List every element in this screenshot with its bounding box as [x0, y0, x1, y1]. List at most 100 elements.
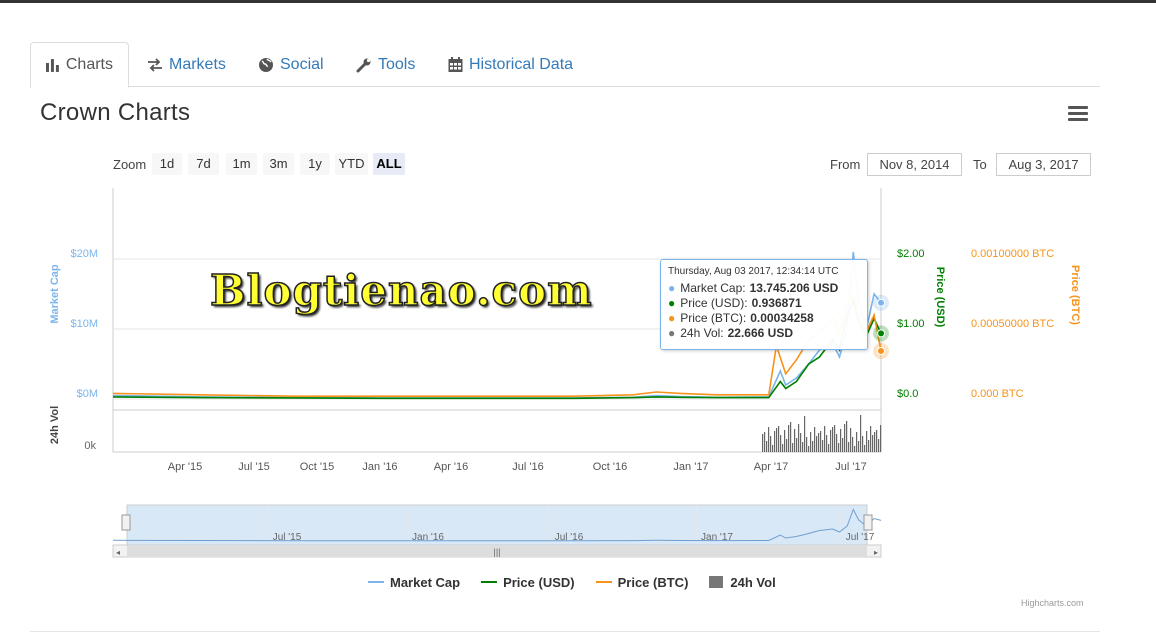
volume-bar: [762, 434, 764, 452]
legend-item-price-usd[interactable]: Price (USD): [481, 575, 575, 590]
volume-bar: [828, 444, 830, 452]
volume-bar: [836, 434, 838, 452]
price-chart[interactable]: $0M $0.0 0.000 BTC $10M $1.00 0.00050000 BTC $…: [0, 0, 1156, 636]
volume-bar: [814, 427, 816, 452]
chart-legend: Market Cap Price (USD) Price (BTC) 24h V…: [368, 574, 797, 590]
volume-bar: [764, 432, 766, 452]
tooltip-value: 13.745.206 USD: [749, 280, 839, 295]
volume-bar: [790, 422, 792, 452]
tooltip-value: 22.666 USD: [727, 325, 793, 340]
volume-bar: [778, 426, 780, 452]
tooltip-value: 0.936871: [751, 295, 802, 310]
volume-bar: [866, 431, 868, 452]
volume-bar: [780, 435, 782, 452]
hover-marker: [877, 298, 885, 307]
hover-marker: [877, 329, 885, 338]
volume-bar: [788, 425, 790, 452]
legend-line-icon: [368, 581, 384, 583]
volume-bar: [768, 427, 770, 452]
volume-bar: [820, 431, 822, 452]
x-tick-label: Apr '15: [168, 461, 203, 473]
volume-bar: [806, 437, 808, 452]
legend-item-volume[interactable]: 24h Vol: [709, 574, 776, 590]
tooltip-row-price-usd: ● Price (USD): 0.936871: [668, 295, 860, 310]
volume-bar: [852, 437, 854, 452]
volume-bar: [830, 430, 832, 452]
volume-bar: [874, 432, 876, 452]
tooltip-row-price-btc: ● Price (BTC): 0.00034258: [668, 310, 860, 325]
chart-tooltip: Thursday, Aug 03 2017, 12:34:14 UTC ● Ma…: [660, 259, 868, 350]
volume-bar: [812, 441, 814, 452]
scroll-grip-icon: |||: [493, 547, 500, 557]
axis-title-market-cap: Market Cap: [49, 264, 61, 324]
volume-bar: [810, 432, 812, 452]
y-tick-label-market-cap: $20M: [70, 248, 98, 260]
navigator-right-handle: [863, 514, 873, 531]
volume-bar: [798, 424, 800, 452]
navigator-label: Jul '17: [846, 532, 875, 543]
volume-bar: [792, 443, 794, 452]
legend-square-icon: [709, 576, 724, 588]
legend-item-market-cap[interactable]: Market Cap: [368, 575, 460, 590]
volume-bar: [850, 428, 852, 452]
volume-bar: [770, 436, 772, 452]
credits-link[interactable]: Highcharts.com: [1021, 598, 1084, 608]
tooltip-label: Price (BTC):: [680, 310, 747, 325]
volume-bar: [824, 426, 826, 452]
volume-bar: [776, 428, 778, 452]
volume-bar: [858, 441, 860, 452]
legend-label: 24h Vol: [730, 574, 776, 590]
volume-bar: [844, 424, 846, 452]
volume-bar: [782, 444, 784, 452]
x-tick-label: Jul '17: [835, 461, 866, 473]
x-tick-label: Jul '16: [512, 461, 543, 473]
y-tick-label-price-usd: $0.0: [897, 388, 918, 400]
tooltip-label: 24h Vol:: [680, 325, 724, 340]
tooltip-header: Thursday, Aug 03 2017, 12:34:14 UTC: [668, 266, 839, 277]
volume-bar: [786, 439, 788, 452]
navigator-label: Jan '16: [412, 532, 444, 543]
volume-bar: [872, 435, 874, 452]
hover-markers: [873, 294, 889, 360]
tooltip-label: Price (USD):: [680, 295, 748, 310]
volume-bar: [876, 430, 878, 452]
legend-line-icon: [595, 581, 612, 583]
volume-bars: [762, 415, 882, 452]
navigator[interactable]: Jul '15 Jan '16 Jul '16 Jan '17 Jul '17 ◂ ▸ |||: [112, 504, 882, 558]
x-tick-label: Jan '16: [362, 461, 397, 473]
navigator-left-handle: [121, 514, 131, 531]
bottom-divider: [30, 631, 1100, 632]
watermark-text: Blogtienao.com: [209, 265, 593, 316]
y-tick-label-price-usd: $1.00: [897, 318, 925, 330]
scroll-left-icon: ◂: [116, 548, 120, 557]
volume-bar: [862, 436, 864, 452]
y-tick-label-volume: 0k: [84, 440, 96, 452]
volume-bar: [808, 446, 810, 452]
volume-bar: [840, 429, 842, 452]
x-tick-label: Jul '15: [238, 461, 269, 473]
y-tick-label-price-btc: 0.00100000 BTC: [971, 248, 1054, 260]
x-tick-label: Apr '17: [754, 461, 789, 473]
volume-bar: [856, 432, 858, 452]
volume-bar: [854, 446, 856, 452]
y-tick-label-price-btc: 0.000 BTC: [971, 388, 1024, 400]
navigator-label: Jan '17: [701, 532, 733, 543]
volume-bar: [802, 442, 804, 452]
y-tick-label-price-btc: 0.00050000 BTC: [971, 318, 1054, 330]
volume-bar: [794, 429, 796, 452]
volume-bar: [800, 433, 802, 452]
legend-item-price-btc[interactable]: Price (BTC): [595, 574, 689, 590]
volume-bar: [784, 430, 786, 452]
volume-bar: [772, 445, 774, 452]
volume-bar: [826, 435, 828, 452]
series-dot-icon: ●: [668, 325, 676, 340]
volume-bar: [838, 443, 840, 452]
x-tick-label: Apr '16: [434, 461, 469, 473]
volume-bar: [860, 415, 862, 452]
axis-title-price-btc: Price (BTC): [1069, 265, 1081, 325]
tooltip-value: 0.00034258: [750, 310, 814, 325]
legend-label: Price (BTC): [617, 574, 689, 590]
volume-bar: [818, 433, 820, 452]
series-dot-icon: ●: [668, 310, 676, 325]
volume-bar: [774, 431, 776, 452]
